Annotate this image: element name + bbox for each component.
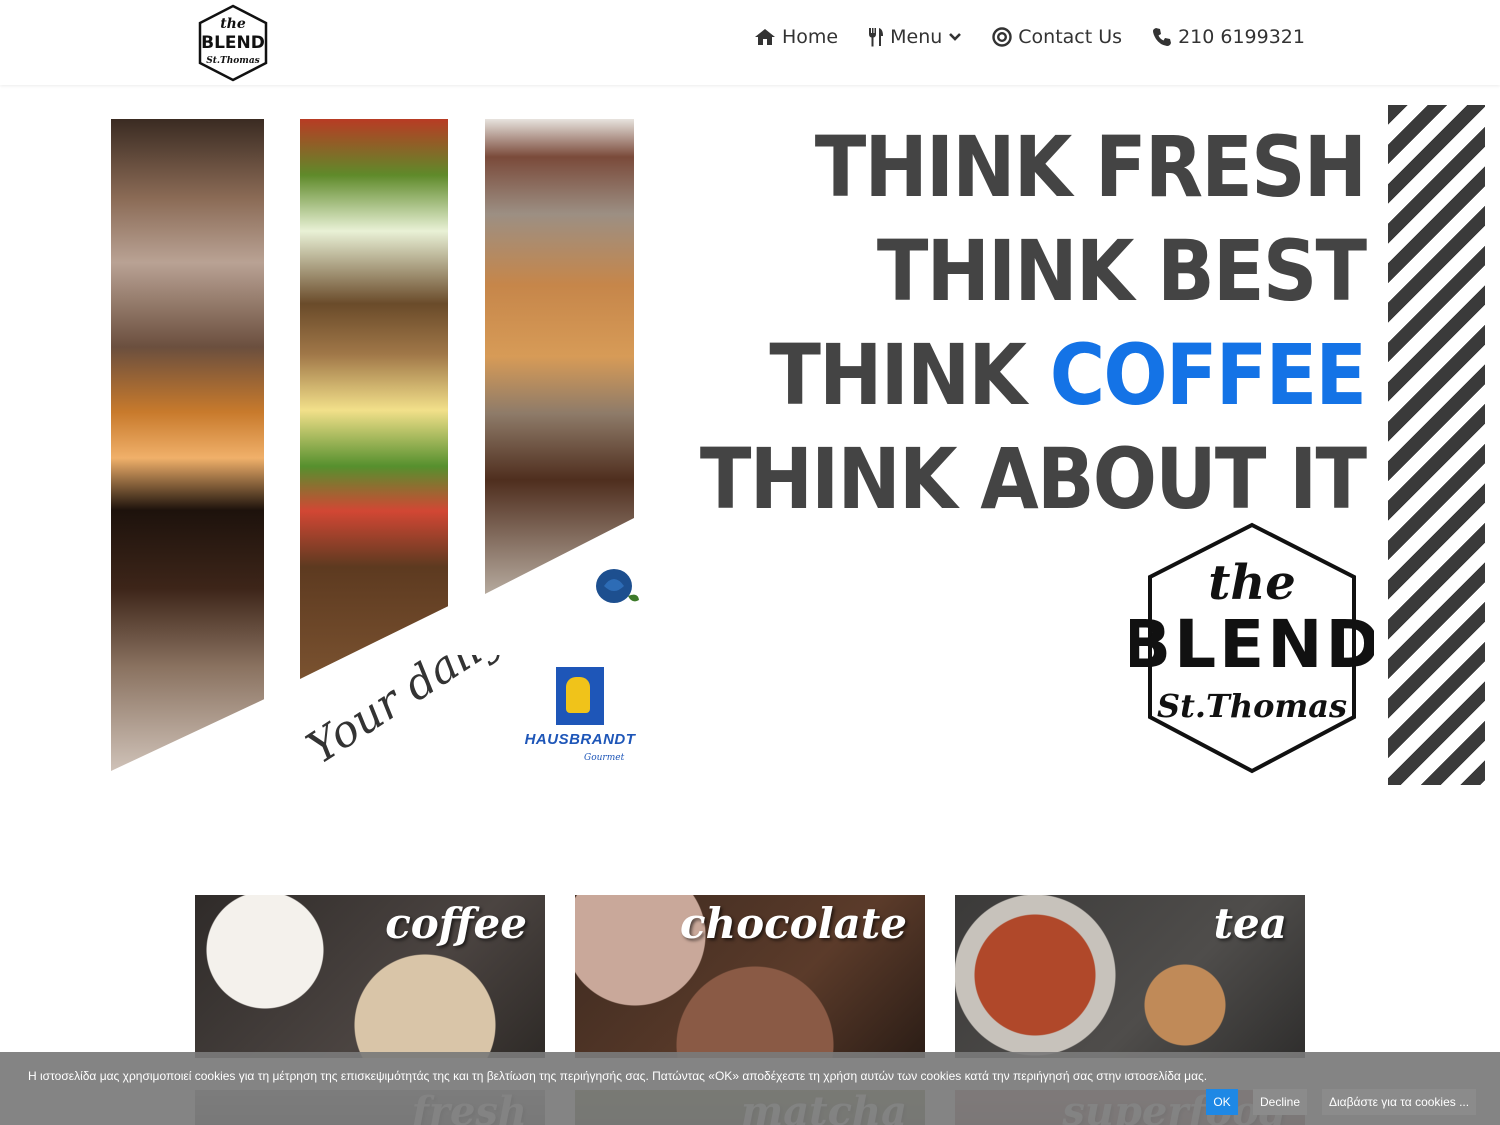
logo-place-text: St.Thomas: [206, 56, 259, 66]
home-icon: [755, 29, 775, 45]
hausbrandt-sub: Gourmet: [584, 753, 625, 763]
site-header: the BLEND St.Thomas Home Menu Contact Us…: [0, 0, 1500, 85]
slogan-line-1: THINK FRESH: [814, 118, 1366, 216]
nav-home-label: Home: [782, 26, 839, 48]
nav-home[interactable]: Home: [754, 26, 838, 48]
category-tile-tea[interactable]: tea: [955, 895, 1305, 1058]
sandwich-photo: [300, 119, 448, 679]
cookie-consent-bar: Η ιστοσελίδα μας χρησιμοποιεί cookies γι…: [0, 1052, 1500, 1125]
chevron-down-icon: [949, 33, 962, 41]
cookie-read-more-button[interactable]: Διαβάστε για τα cookies ...: [1322, 1089, 1477, 1115]
slogan-coffee: COFFEE: [1049, 326, 1366, 424]
hero-banner: Your daily habit HAUSBRANDT Gourmet THIN…: [0, 85, 1500, 805]
nav-phone[interactable]: 210 6199321: [1152, 26, 1305, 48]
phone-icon: [1153, 28, 1172, 46]
hausbrandt-logo: HAUSBRANDT Gourmet: [524, 667, 636, 767]
espresso-photo: [111, 119, 264, 771]
nav-menu-label: Menu: [890, 26, 943, 48]
nav-contact[interactable]: Contact Us: [992, 26, 1122, 48]
diagonal-stripes: [1388, 105, 1485, 785]
cookie-message: Η ιστοσελίδα μας χρησιμοποιεί cookies γι…: [28, 1069, 1208, 1083]
nav-contact-label: Contact Us: [1018, 26, 1123, 48]
category-label: chocolate: [679, 899, 907, 948]
cookie-decline-button[interactable]: Decline: [1253, 1089, 1308, 1115]
hausbrandt-emblem: [556, 667, 604, 725]
category-tile-chocolate[interactable]: chocolate: [575, 895, 925, 1058]
logo-large-the: the: [1208, 555, 1296, 611]
logo-the-text: the: [220, 16, 246, 32]
logo-blend-text: BLEND: [201, 33, 265, 53]
logo-large-blend: BLEND: [1130, 606, 1374, 683]
logo-large-place: St.Thomas: [1157, 687, 1347, 725]
target-icon: [992, 27, 1012, 47]
slogan-line-4: THINK ABOUT IT: [699, 430, 1367, 528]
hero-slogan: THINK FRESH THINK BEST THINK COFFEE THIN…: [626, 115, 1367, 531]
utensils-icon: [869, 28, 884, 47]
category-tile-coffee[interactable]: coffee: [195, 895, 545, 1058]
hausbrandt-name: HAUSBRANDT: [524, 731, 636, 748]
cookie-ok-button[interactable]: OK: [1206, 1089, 1238, 1115]
slogan-line-3: THINK COFFEE: [700, 323, 1367, 427]
nav-phone-label: 210 6199321: [1178, 26, 1305, 48]
category-label: tea: [1213, 899, 1287, 948]
rose-icon: [596, 569, 639, 603]
slogan-think: THINK: [769, 326, 1027, 424]
granola-photo: [485, 119, 634, 594]
slogan-line-2: THINK BEST: [876, 222, 1367, 320]
site-logo[interactable]: the BLEND St.Thomas: [196, 4, 270, 82]
nav-menu[interactable]: Menu: [868, 26, 962, 48]
main-nav: Home Menu Contact Us 210 6199321: [754, 26, 1305, 48]
blend-logo-large: the BLEND St.Thomas: [1130, 522, 1374, 774]
category-label: coffee: [385, 899, 527, 948]
